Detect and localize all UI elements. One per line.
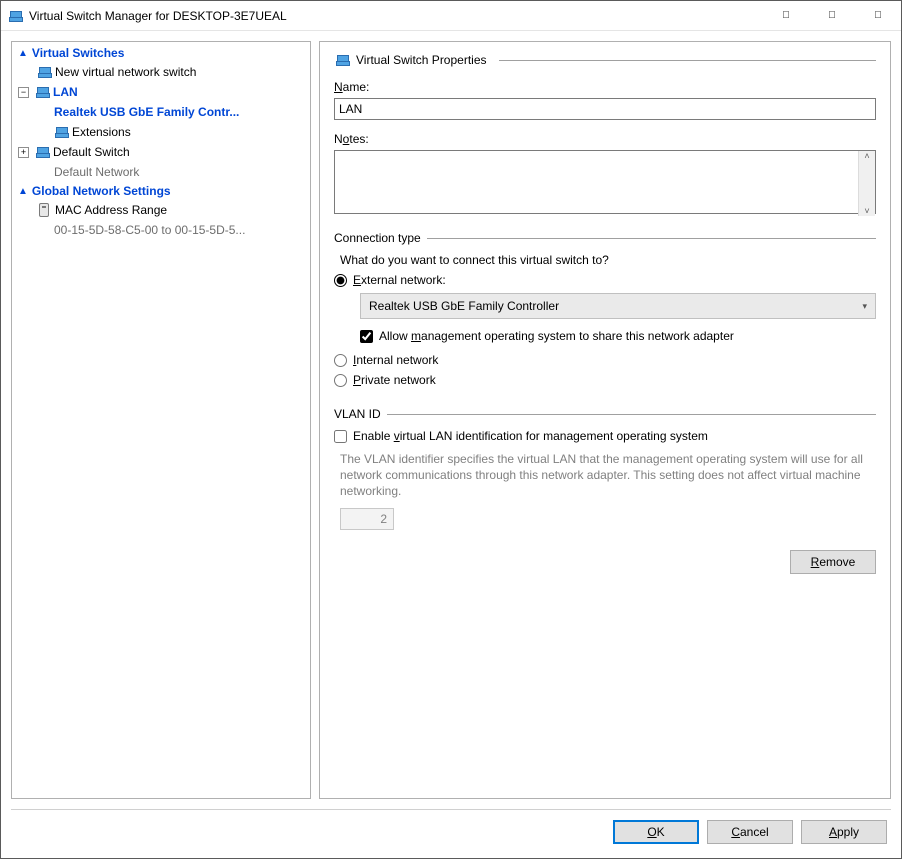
chevron-down-icon: ▾ [862, 301, 867, 312]
tree-item-default-switch[interactable]: + Default Switch [12, 142, 310, 162]
nic-icon [39, 203, 49, 217]
radio-external-input[interactable] [334, 274, 347, 287]
notes-input[interactable] [334, 150, 876, 214]
vlan-group: VLAN ID Enable virtual LAN identificatio… [334, 407, 876, 530]
allow-mgmt-input[interactable] [360, 330, 373, 343]
remove-button[interactable]: Remove [790, 550, 876, 574]
app-icon [7, 8, 23, 24]
tree-item-new-switch[interactable]: New virtual network switch [12, 62, 310, 82]
vlan-enable-input[interactable] [334, 430, 347, 443]
close-button[interactable]:  [855, 1, 901, 31]
adapter-select[interactable]: Realtek USB GbE Family Controller ▾ [360, 293, 876, 319]
name-label: Name: [334, 80, 876, 94]
radio-internal[interactable]: Internal network [334, 353, 876, 367]
radio-private[interactable]: Private network [334, 373, 876, 387]
tree-section-virtual-switches[interactable]: ▲ Virtual Switches [12, 44, 310, 62]
minimize-button[interactable]:  [763, 1, 809, 31]
tree-item-extensions[interactable]: Extensions [12, 122, 310, 142]
body: ▲ Virtual Switches New virtual network s… [1, 31, 901, 809]
radio-external[interactable]: External network: [334, 273, 876, 287]
vswitch-icon [34, 84, 50, 100]
dialog-footer: OK Cancel Apply [1, 810, 901, 858]
tree-item-mac-range-value: 00-15-5D-58-C5-00 to 00-15-5D-5... [12, 220, 310, 240]
maximize-button[interactable]:  [809, 1, 855, 31]
allow-mgmt-check[interactable]: Allow management operating system to sha… [360, 329, 876, 343]
vlan-id-input [340, 508, 394, 530]
properties-pane: Virtual Switch Properties Name: Notes: ˄… [319, 41, 891, 799]
notes-label: Notes: [334, 132, 876, 146]
cancel-button[interactable]: Cancel [707, 820, 793, 844]
tree-item-mac-range[interactable]: MAC Address Range [12, 200, 310, 220]
tree-item-default-network[interactable]: Default Network [12, 162, 310, 182]
tree-item-lan[interactable]: − LAN [12, 82, 310, 102]
ok-button[interactable]: OK [613, 820, 699, 844]
scrollbar[interactable]: ˄˅ [858, 151, 875, 216]
titlebar[interactable]: Virtual Switch Manager for DESKTOP-3E7UE… [1, 1, 901, 31]
expand-icon[interactable]: + [18, 147, 29, 158]
vswitch-icon [34, 144, 50, 160]
vlan-enable-check[interactable]: Enable virtual LAN identification for ma… [334, 429, 876, 443]
radio-private-input[interactable] [334, 374, 347, 387]
chevron-up-icon: ▲ [18, 48, 28, 59]
connection-question: What do you want to connect this virtual… [340, 253, 876, 267]
vswitch-icon [53, 124, 69, 140]
window-title: Virtual Switch Manager for DESKTOP-3E7UE… [29, 9, 287, 23]
tree-section-global[interactable]: ▲ Global Network Settings [12, 182, 310, 200]
connection-type-group: Connection type What do you want to conn… [334, 231, 876, 393]
window-root: Virtual Switch Manager for DESKTOP-3E7UE… [0, 0, 902, 859]
connection-type-title: Connection type [334, 231, 421, 245]
vlan-description: The VLAN identifier specifies the virtua… [340, 451, 876, 500]
vlan-title: VLAN ID [334, 407, 381, 421]
vswitch-icon [334, 52, 350, 68]
properties-heading: Virtual Switch Properties [334, 52, 876, 68]
radio-internal-input[interactable] [334, 354, 347, 367]
tree-pane: ▲ Virtual Switches New virtual network s… [11, 41, 311, 799]
apply-button[interactable]: Apply [801, 820, 887, 844]
collapse-icon[interactable]: − [18, 87, 29, 98]
tree-item-lan-adapter[interactable]: Realtek USB GbE Family Contr... [12, 102, 310, 122]
vswitch-icon [36, 64, 52, 80]
name-input[interactable] [334, 98, 876, 120]
chevron-up-icon: ▲ [18, 186, 28, 197]
